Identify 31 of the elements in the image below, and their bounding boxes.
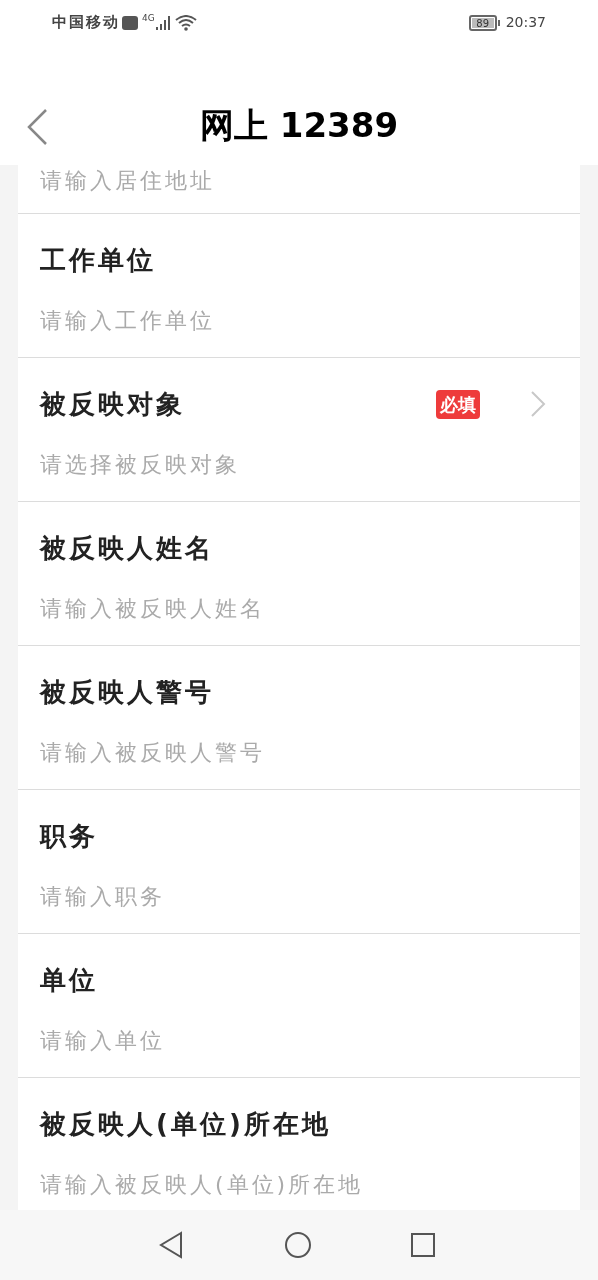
input-field[interactable]: 请输入居住地址 [40, 165, 558, 195]
input-field[interactable]: 请输入职务 [40, 876, 558, 916]
clock: 20:37 [505, 13, 546, 32]
field-label: 职务 [40, 819, 98, 853]
triangle-icon [158, 1231, 184, 1259]
square-icon [410, 1232, 436, 1258]
field-label: 单位 [40, 963, 98, 997]
field-label: 被反映对象 [40, 387, 185, 421]
page-title: 网上 12389 [199, 104, 399, 147]
back-icon [26, 108, 48, 146]
signal-icon [154, 14, 171, 31]
select-field[interactable]: 请选择被反映对象 [40, 444, 558, 484]
input-field[interactable]: 请输入被反映人警号 [40, 732, 558, 772]
input-field[interactable]: 请输入工作单位 [40, 300, 558, 340]
input-field[interactable]: 请输入单位 [40, 1020, 558, 1060]
battery-level: 89 [471, 17, 494, 28]
input-field[interactable]: 请输入被反映人(单位)所在地 [40, 1164, 558, 1204]
field-label: 工作单位 [40, 243, 156, 277]
required-badge: 必填 [436, 389, 480, 419]
circle-icon [284, 1231, 312, 1259]
field-label: 被反映人警号 [40, 675, 214, 709]
network-label: 4G [142, 12, 155, 25]
wifi-icon [174, 14, 197, 31]
field-label: 被反映人(单位)所在地 [40, 1107, 331, 1141]
home-button[interactable] [284, 1230, 314, 1260]
hd-icon [122, 15, 138, 30]
input-field[interactable]: 请输入被反映人姓名 [40, 588, 558, 628]
chevron-right-icon [530, 390, 546, 418]
carrier-label: 中国移动 [52, 12, 120, 34]
back-button[interactable] [26, 107, 50, 147]
field-label: 被反映人姓名 [40, 531, 214, 565]
